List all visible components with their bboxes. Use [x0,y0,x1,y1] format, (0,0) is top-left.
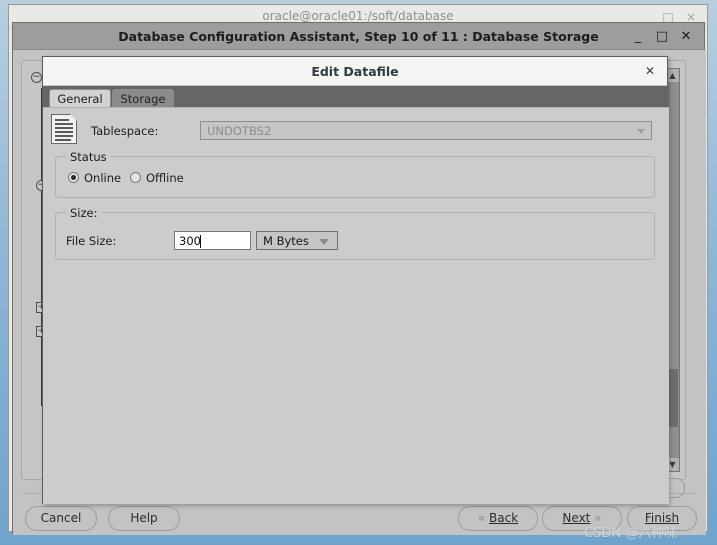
terminal-window-title: oracle@oracle01:/soft/database [262,9,454,23]
radio-online[interactable] [68,172,79,183]
file-size-value: 300 [179,234,201,248]
file-size-label: File Size: [66,234,117,248]
chevron-down-icon [319,239,329,245]
wizard-cancel-button[interactable]: Cancel [25,506,97,531]
dbca-minimize-button[interactable]: _ [629,29,647,45]
radio-offline-label[interactable]: Offline [146,171,184,185]
tree-collapse-node[interactable]: − [31,72,42,83]
wizard-help-button[interactable]: Help [108,506,180,531]
tablespace-combobox: UNDOTBS2 [200,121,652,140]
dbca-maximize-button[interactable]: □ [653,29,671,45]
size-group: Size: File Size: 300 M Bytes [55,206,655,260]
text-caret [200,235,201,248]
dbca-close-button[interactable]: ✕ [677,29,695,45]
tab-storage[interactable]: Storage [112,89,174,108]
tab-general[interactable]: General [49,89,111,108]
status-group: Status Online Offline [55,150,655,198]
status-group-title: Status [66,150,111,164]
datafile-icon [51,114,77,144]
dbca-window-title: Database Configuration Assistant, Step 1… [118,29,599,44]
back-chevron-icon: « [477,511,486,525]
dialog-body: General Storage Tablespace: UNDOTBS2 Sta… [43,86,669,504]
tablespace-value: UNDOTBS2 [207,124,272,138]
watermark-text: CSDN @六种味 [584,526,678,541]
dialog-titlebar[interactable]: Edit Datafile ✕ [43,57,667,86]
radio-offline[interactable] [130,172,141,183]
datafile-icon-corner [70,114,77,121]
chevron-down-icon [637,129,645,134]
wizard-back-label: Back [489,511,519,525]
close-icon[interactable]: ✕ [643,64,657,78]
tablespace-label: Tablespace: [91,124,159,138]
wizard-back-button[interactable]: « Back [458,506,538,531]
file-size-input[interactable]: 300 [174,231,251,250]
edit-datafile-dialog: Edit Datafile ✕ General Storage Tablespa… [42,56,669,504]
desktop-screen: oracle@oracle01:/soft/database _ □ × Dat… [0,0,717,545]
radio-online-label[interactable]: Online [84,171,121,185]
size-unit-value: M Bytes [263,234,309,248]
dbca-titlebar[interactable]: Database Configuration Assistant, Step 1… [13,23,704,50]
dialog-tab-strip: General Storage [43,86,669,108]
size-unit-combobox[interactable]: M Bytes [256,231,338,250]
size-group-title: Size: [66,206,102,220]
general-tab-panel: Tablespace: UNDOTBS2 Status Online Offli… [43,107,669,504]
dialog-title: Edit Datafile [311,64,399,79]
